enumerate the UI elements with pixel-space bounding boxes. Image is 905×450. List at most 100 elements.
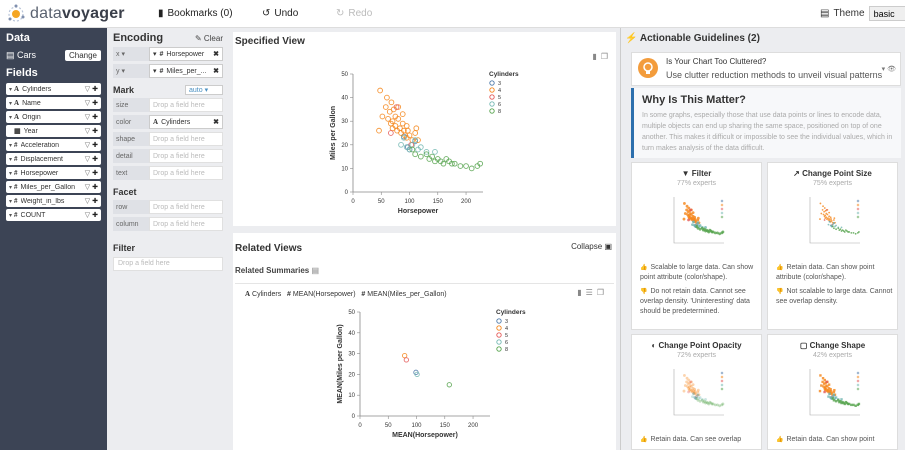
filter-drop-zone[interactable]: Drop a field here (113, 257, 223, 271)
caret-down-icon[interactable]: ▾ (9, 198, 12, 205)
add-icon[interactable]: ✚ (92, 113, 98, 121)
caret-down-icon[interactable]: ▾ (9, 142, 12, 149)
caret-down-icon[interactable]: ▾ (9, 184, 12, 191)
filter-icon[interactable]: ▽ (85, 141, 90, 149)
color-field-pill[interactable]: A Cylinders ✖ (149, 115, 223, 129)
add-icon[interactable]: ✚ (92, 211, 98, 219)
field-pill[interactable]: ▾▦Year▽✚ (6, 125, 101, 137)
filter-icon[interactable]: ▽ (85, 211, 90, 219)
field-pill[interactable]: ▾ A Cylinders ▽ ✚ (6, 83, 101, 95)
x-tick-label: 100 (412, 423, 423, 429)
list-icon[interactable]: ☰ (586, 288, 597, 297)
field-pill[interactable]: ▾ A Origin ▽ ✚ (6, 111, 101, 123)
add-icon[interactable]: ✚ (92, 127, 98, 135)
database-icon: ▤ (6, 50, 15, 60)
experts-percent: 77% experts (677, 180, 716, 187)
guideline-card[interactable]: ◐ Change Point Opacity 72% experts Retain … (631, 334, 762, 450)
facet-channel-label[interactable]: row (113, 200, 149, 214)
facet-drop-zone[interactable]: Drop a field here (149, 217, 223, 231)
field-pill[interactable]: ▾ # Displacement ▽ ✚ (6, 153, 101, 165)
x-remove-icon[interactable]: ✖ (213, 50, 219, 58)
y-channel-label[interactable]: y ▾ (113, 64, 149, 78)
add-icon[interactable]: ✚ (92, 141, 98, 149)
copy-icon[interactable]: ❐ (601, 52, 612, 61)
copy-icon[interactable]: ❐ (597, 288, 608, 297)
channel-label[interactable]: text (113, 166, 149, 180)
facet-drop-zone[interactable]: Drop a field here (149, 200, 223, 214)
drop-zone[interactable]: Drop a field here (149, 98, 223, 112)
filter-icon[interactable]: ▽ (85, 197, 90, 205)
redo-button[interactable]: ↻ Redo (336, 8, 372, 19)
specified-scatter-plot: 0 50 100 150 200 0 10 20 30 40 50 Horsepower Miles p… (330, 71, 519, 215)
y-field-pill[interactable]: ▾ # Miles_per_... ✖ (149, 64, 223, 78)
filter-icon[interactable]: ▽ (85, 155, 90, 163)
filter-icon[interactable]: ▽ (85, 99, 90, 107)
thumb-point (821, 208, 824, 211)
filter-icon[interactable]: ▽ (85, 85, 90, 93)
y-tick-label: 10 (341, 166, 348, 172)
undo-button[interactable]: ↺ Undo (262, 8, 298, 19)
guideline-card[interactable]: ↗ Change Point Size 75% experts Retain dat… (767, 162, 898, 330)
caret-down-icon[interactable]: ▾ (9, 86, 12, 93)
alert-controls[interactable]: ▾ 👁 (882, 65, 896, 73)
caret-down-icon[interactable]: ▾ (9, 212, 12, 219)
add-icon[interactable]: ✚ (92, 197, 98, 205)
drop-zone[interactable]: Drop a field here (149, 132, 223, 146)
guideline-card[interactable]: ▼ Filter 77% experts Scalable to large dat… (631, 162, 762, 330)
filter-icon[interactable]: ▽ (85, 127, 90, 135)
legend-label: 3 (505, 319, 508, 325)
field-name: Miles_per_Gallon (20, 183, 75, 191)
bookmark-icon[interactable]: ▮ (577, 288, 585, 297)
channel-label[interactable]: size (113, 98, 149, 112)
field-pill[interactable]: ▾ A Name ▽ ✚ (6, 97, 101, 109)
channel-label[interactable]: detail (113, 149, 149, 163)
channel-list: size Drop a field here color A Cylinders ✖ sha… (113, 98, 223, 180)
caret-down-icon[interactable]: ▾ (9, 114, 12, 121)
thumb-point (823, 207, 826, 209)
bookmark-icon[interactable]: ▮ (592, 52, 600, 61)
thumb-point (691, 211, 695, 215)
y-remove-icon[interactable]: ✖ (213, 67, 219, 75)
add-icon[interactable]: ✚ (92, 85, 98, 93)
x-field-pill[interactable]: ▾ # Horsepower ✖ (149, 47, 223, 61)
remove-icon[interactable]: ✖ (213, 118, 219, 126)
filter-icon[interactable]: ▽ (85, 183, 90, 191)
guideline-card[interactable]: ▢ Change Shape 42% experts Retain data. Ca… (767, 334, 898, 450)
field-pill[interactable]: ▾ # Miles_per_Gallon ▽ ✚ (6, 181, 101, 193)
caret-down-icon[interactable]: ▾ (9, 100, 12, 107)
drop-zone[interactable]: Drop a field here (149, 166, 223, 180)
field-pill[interactable]: ▾ # COUNT ▽ ✚ (6, 209, 101, 221)
thumb-point (696, 216, 700, 220)
bookmarks-button[interactable]: ▮ Bookmarks (0) (158, 8, 233, 19)
thumb-legend-symbol (856, 387, 860, 391)
collapse-button[interactable]: Collapse ▣ (571, 242, 612, 251)
encoding-row: text Drop a field here (113, 166, 223, 180)
mark-select[interactable]: auto ▾ (185, 85, 223, 95)
field-pill[interactable]: ▾ # Weight_in_lbs ▽ ✚ (6, 195, 101, 207)
add-icon[interactable]: ✚ (92, 99, 98, 107)
field-pill[interactable]: ▾ # Horsepower ▽ ✚ (6, 167, 101, 179)
change-dataset-button[interactable]: Change (64, 50, 101, 61)
channel-label[interactable]: color (113, 115, 149, 129)
theme-select[interactable]: basic (868, 6, 905, 21)
caret-down-icon[interactable]: ▾ (9, 170, 12, 177)
drop-zone[interactable]: Drop a field here (149, 149, 223, 163)
thumb-point (823, 210, 826, 213)
channel-label[interactable]: shape (113, 132, 149, 146)
filter-icon[interactable]: ▽ (85, 113, 90, 121)
clutter-alert[interactable]: Is Your Chart Too Cluttered? Use clutter… (631, 52, 901, 86)
thumb-legend (856, 371, 860, 391)
facet-channel-label[interactable]: column (113, 217, 149, 231)
caret-down-icon[interactable]: ▾ (9, 156, 12, 163)
add-icon[interactable]: ✚ (92, 169, 98, 177)
x-axis-title: MEAN(Horsepower) (392, 432, 458, 439)
guideline-title: ▢ Change Shape (768, 341, 897, 350)
x-channel-label[interactable]: x ▾ (113, 47, 149, 61)
field-pill[interactable]: ▾ # Acceleration ▽ ✚ (6, 139, 101, 151)
y-tick-label: 40 (348, 331, 355, 337)
add-icon[interactable]: ✚ (92, 183, 98, 191)
add-icon[interactable]: ✚ (92, 155, 98, 163)
thumb-legend (856, 199, 860, 219)
clear-button[interactable]: ✎ Clear (195, 34, 223, 43)
filter-icon[interactable]: ▽ (85, 169, 90, 177)
